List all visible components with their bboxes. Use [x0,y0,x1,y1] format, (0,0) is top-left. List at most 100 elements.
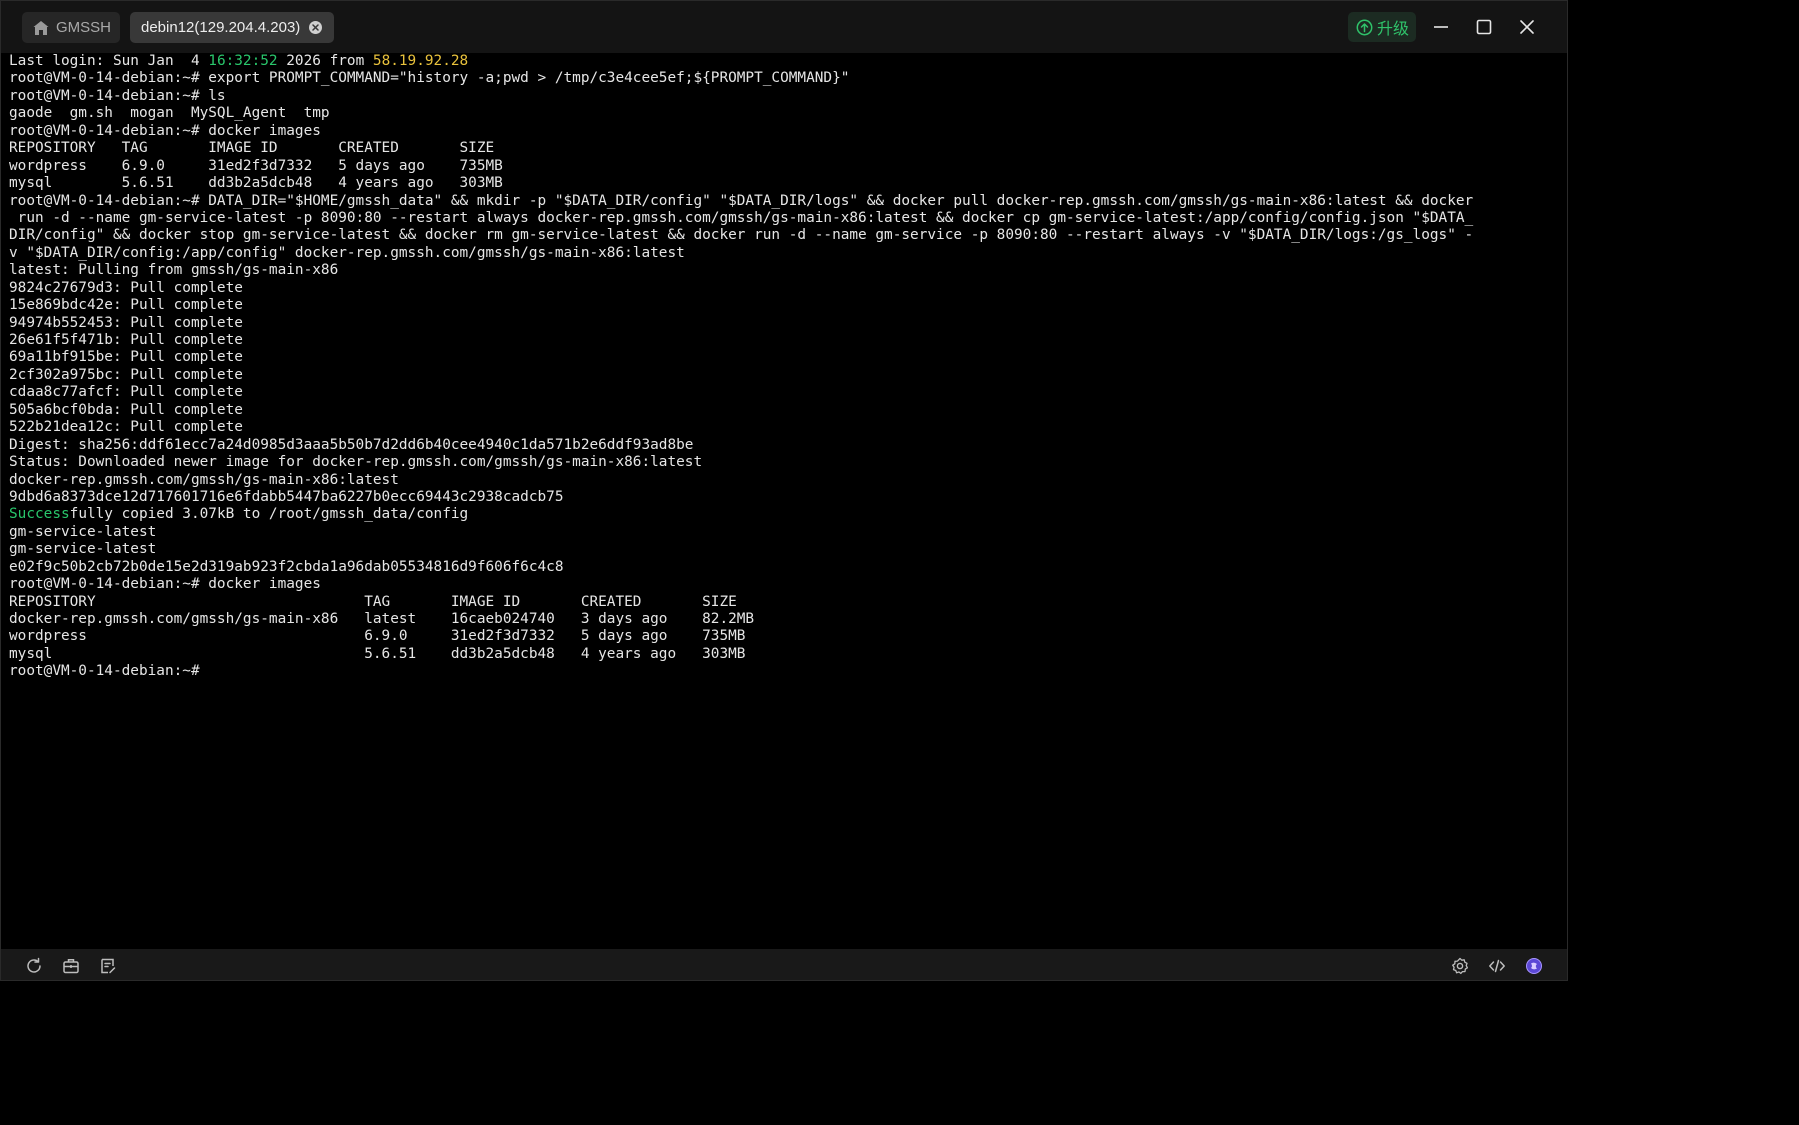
terminal-line: REPOSITORY TAG IMAGE ID CREATED SIZE [9,140,1561,157]
terminal-line: mysql 5.6.51 dd3b2a5dcb48 4 years ago 30… [9,646,1561,663]
terminal-line: e02f9c50b2cb72b0de15e2d319ab923f2cbda1a9… [9,559,1561,576]
terminal-text-segment: e02f9c50b2cb72b0de15e2d319ab923f2cbda1a9… [9,558,564,575]
terminal-line: root@VM-0-14-debian:~# docker images [9,123,1561,140]
terminal-text-segment: root@VM-0-14-debian:~# [9,663,200,680]
upgrade-button[interactable]: 升级 [1348,12,1416,42]
terminal-line: 2cf302a975bc: Pull complete [9,367,1561,384]
terminal-line: cdaa8c77afcf: Pull complete [9,384,1561,401]
terminal-line: root@VM-0-14-debian:~# DATA_DIR="$HOME/g… [9,193,1561,210]
terminal-line: root@VM-0-14-debian:~# ls [9,88,1561,105]
terminal-line: Digest: sha256:ddf61ecc7a24d0985d3aaa5b5… [9,437,1561,454]
terminal-text-segment: 505a6bcf0bda: Pull complete [9,401,243,418]
minimize-button[interactable] [1428,14,1454,40]
briefcase-icon[interactable] [61,956,81,976]
terminal-text-segment: mysql 5.6.51 dd3b2a5dcb48 4 years ago 30… [9,645,746,662]
maximize-button[interactable] [1471,14,1497,40]
terminal-text-segment: gaode gm.sh mogan MySQL_Agent tmp [9,105,330,122]
tab-home-label: GMSSH [56,19,112,36]
terminal-text-segment: root@VM-0-14-debian:~# docker images [9,122,321,139]
terminal-text-segment: root@VM-0-14-debian:~# docker images [9,576,321,593]
terminal-text-segment: 16:32:52 [208,53,278,69]
gear-icon[interactable] [1450,956,1470,976]
notes-icon[interactable] [98,956,118,976]
terminal-text-segment: run -d --name gm-service-latest -p 8090:… [9,209,1474,226]
terminal-text-segment: Success [9,506,70,523]
terminal-text-segment: 69a11bf915be: Pull complete [9,349,243,366]
title-bar: GMSSH debin12(129.204.4.203) 升级 [1,1,1567,53]
terminal-line: root@VM-0-14-debian:~# docker images [9,576,1561,593]
home-icon [33,20,49,35]
terminal-line: docker-rep.gmssh.com/gmssh/gs-main-x86:l… [9,472,1561,489]
arrow-up-circle-icon [1356,19,1373,35]
close-button[interactable] [1514,14,1540,40]
terminal-output[interactable]: Last login: Sun Jan 4 16:32:52 2026 from… [9,53,1561,948]
terminal-text-segment: REPOSITORY TAG IMAGE ID CREATED SIZE [9,593,737,610]
terminal-line: 522b21dea12c: Pull complete [9,419,1561,436]
close-circle-icon[interactable] [309,21,323,34]
terminal-line: mysql 5.6.51 dd3b2a5dcb48 4 years ago 30… [9,175,1561,192]
terminal-line: 9824c27679d3: Pull complete [9,280,1561,297]
terminal-text-segment: 94974b552453: Pull complete [9,314,243,331]
terminal-line: DIR/config" && docker stop gm-service-la… [9,227,1561,244]
terminal-text-segment: 58.19.92.28 [372,53,469,69]
upgrade-label: 升级 [1377,21,1410,38]
terminal-line: 26e61f5f471b: Pull complete [9,332,1561,349]
terminal-line: docker-rep.gmssh.com/gmssh/gs-main-x86 l… [9,611,1561,628]
terminal-text-segment: DIR/config" && docker stop gm-service-la… [9,227,1474,244]
terminal-text-segment: latest: Pulling from gmssh/gs-main-x86 [9,262,339,279]
terminal-line: 69a11bf915be: Pull complete [9,349,1561,366]
terminal-line: wordpress 6.9.0 31ed2f3d7332 5 days ago … [9,158,1561,175]
terminal-text-segment: cdaa8c77afcf: Pull complete [9,384,243,401]
terminal-line: Last login: Sun Jan 4 16:32:52 2026 from… [9,53,1561,70]
ai-assistant-icon[interactable] [1524,956,1544,976]
terminal-line: latest: Pulling from gmssh/gs-main-x86 [9,262,1561,279]
terminal-line: root@VM-0-14-debian:~# [9,663,1561,680]
terminal-text-segment: 26e61f5f471b: Pull complete [9,332,243,348]
tab-home[interactable]: GMSSH [22,12,120,43]
ssh-client-window: GMSSH debin12(129.204.4.203) 升级 Last log… [0,0,1568,981]
terminal-text-segment: wordpress 6.9.0 31ed2f3d7332 5 days ago … [9,628,746,645]
terminal-line: v "$DATA_DIR/config:/app/config" docker-… [9,245,1561,262]
terminal-text-segment: root@VM-0-14-debian:~# export PROMPT_COM… [9,70,850,87]
terminal-line: 15e869bdc42e: Pull complete [9,297,1561,314]
terminal-line: root@VM-0-14-debian:~# export PROMPT_COM… [9,70,1561,87]
terminal-line: gm-service-latest [9,524,1561,541]
terminal-text-segment: 9dbd6a8373dce12d717601716e6fdabb5447ba62… [9,488,564,505]
terminal-text-segment: root@VM-0-14-debian:~# DATA_DIR="$HOME/g… [9,192,1474,209]
terminal-text-segment: 15e869bdc42e: Pull complete [9,297,243,314]
terminal-line: Successfully copied 3.07kB to /root/gmss… [9,506,1561,523]
terminal-text-segment: docker-rep.gmssh.com/gmssh/gs-main-x86 l… [9,611,755,627]
terminal-text-segment: 2026 from [277,53,373,69]
status-bar [1,949,1567,980]
maximize-icon [1476,19,1492,35]
terminal-line: 9dbd6a8373dce12d717601716e6fdabb5447ba62… [9,489,1561,506]
terminal-text-segment: mysql 5.6.51 dd3b2a5dcb48 4 years ago 30… [9,175,503,192]
terminal-text-segment: REPOSITORY TAG IMAGE ID CREATED SIZE [9,140,495,157]
terminal-line: Status: Downloaded newer image for docke… [9,454,1561,471]
reload-icon[interactable] [24,956,44,976]
terminal-text-segment: fully copied 3.07kB to /root/gmssh_data/… [69,506,469,523]
terminal-text-segment: gm-service-latest [9,523,157,540]
minimize-icon [1434,26,1448,28]
terminal-text-segment: 2cf302a975bc: Pull complete [9,366,243,383]
terminal-text-segment: 9824c27679d3: Pull complete [9,279,243,296]
terminal-line: run -d --name gm-service-latest -p 8090:… [9,210,1561,227]
terminal-text-segment: v "$DATA_DIR/config:/app/config" docker-… [9,244,685,261]
terminal-text-segment: wordpress 6.9.0 31ed2f3d7332 5 days ago … [9,157,503,174]
tab-server-session[interactable]: debin12(129.204.4.203) [130,12,334,43]
terminal-text-segment: root@VM-0-14-debian:~# ls [9,87,226,104]
terminal-text-segment: Digest: sha256:ddf61ecc7a24d0985d3aaa5b5… [9,436,694,453]
terminal-text-segment: Status: Downloaded newer image for docke… [9,454,703,471]
terminal-line: gaode gm.sh mogan MySQL_Agent tmp [9,105,1561,122]
terminal-line: 94974b552453: Pull complete [9,315,1561,332]
terminal-line: REPOSITORY TAG IMAGE ID CREATED SIZE [9,594,1561,611]
terminal-text-segment: 522b21dea12c: Pull complete [9,419,243,436]
terminal-text-segment: gm-service-latest [9,541,157,558]
code-icon[interactable] [1487,956,1507,976]
terminal-line: 505a6bcf0bda: Pull complete [9,402,1561,419]
close-icon [1520,20,1534,34]
terminal-text-segment: Last login: Sun Jan 4 [9,53,209,69]
tab-session-label: debin12(129.204.4.203) [141,19,301,36]
terminal-line: wordpress 6.9.0 31ed2f3d7332 5 days ago … [9,628,1561,645]
terminal-text-segment: docker-rep.gmssh.com/gmssh/gs-main-x86:l… [9,471,399,488]
